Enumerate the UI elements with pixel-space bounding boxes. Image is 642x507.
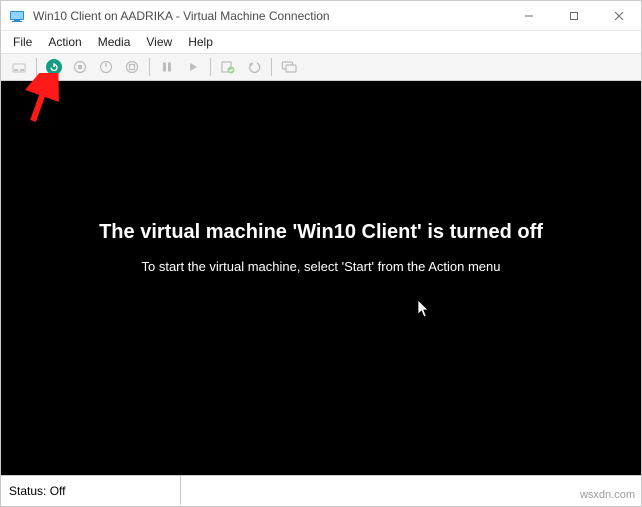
toolbar-separator — [210, 58, 211, 76]
title-bar: Win10 Client on AADRIKA - Virtual Machin… — [1, 1, 641, 31]
power-icon — [46, 59, 62, 75]
ctrl-alt-del-button — [7, 55, 31, 79]
status-bar: Status: Off — [1, 475, 641, 505]
watermark: wsxdn.com — [580, 489, 635, 501]
cursor-icon — [417, 299, 431, 322]
checkpoint-button — [216, 55, 240, 79]
toolbar — [1, 53, 641, 81]
maximize-button[interactable] — [551, 1, 596, 31]
toolbar-separator — [149, 58, 150, 76]
toolbar-separator — [36, 58, 37, 76]
vm-off-message: The virtual machine 'Win10 Client' is tu… — [1, 221, 641, 244]
start-button[interactable] — [42, 55, 66, 79]
window-title: Win10 Client on AADRIKA - Virtual Machin… — [33, 8, 506, 23]
pause-button — [155, 55, 179, 79]
menu-action[interactable]: Action — [40, 32, 89, 52]
turn-off-button — [68, 55, 92, 79]
vm-off-sub-message: To start the virtual machine, select 'St… — [1, 259, 641, 274]
revert-button — [242, 55, 266, 79]
menu-bar: File Action Media View Help — [1, 31, 641, 53]
menu-file[interactable]: File — [5, 32, 40, 52]
status-spacer — [181, 476, 641, 505]
save-button — [120, 55, 144, 79]
reset-button — [181, 55, 205, 79]
close-button[interactable] — [596, 1, 641, 31]
menu-help[interactable]: Help — [180, 32, 221, 52]
toolbar-separator — [271, 58, 272, 76]
menu-view[interactable]: View — [138, 32, 180, 52]
minimize-button[interactable] — [506, 1, 551, 31]
enhanced-session-button — [277, 55, 301, 79]
status-label: Status: Off — [1, 476, 181, 505]
menu-media[interactable]: Media — [90, 32, 139, 52]
app-icon — [9, 8, 25, 24]
vm-viewport: The virtual machine 'Win10 Client' is tu… — [1, 81, 641, 475]
shut-down-button — [94, 55, 118, 79]
